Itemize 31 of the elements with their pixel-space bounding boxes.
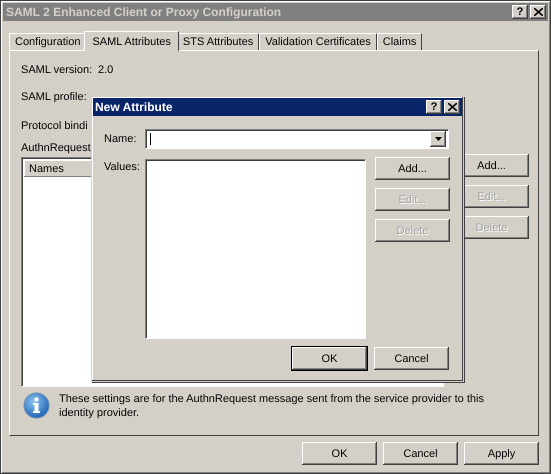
field-label: Protocol bindi: [21, 120, 89, 132]
dialog-title: New Attribute: [95, 100, 174, 114]
tab[interactable]: Configuration: [9, 33, 86, 50]
cancel-button[interactable]: Cancel: [374, 347, 449, 370]
close-button[interactable]: [444, 100, 460, 114]
info-icon: [23, 392, 50, 419]
tab[interactable]: STS Attributes: [176, 33, 260, 50]
apply-button[interactable]: Apply: [464, 442, 539, 465]
tab[interactable]: SAML Attributes: [84, 31, 179, 51]
info-text: These settings are for the AuthnRequest message sent from the service provider to this identity provider.: [59, 392, 485, 420]
help-button[interactable]: ?: [426, 100, 442, 114]
dropdown-button[interactable]: [430, 131, 446, 147]
ok-button[interactable]: OK: [302, 442, 377, 465]
name-combo-box[interactable]: [145, 129, 449, 149]
add-button[interactable]: Add...: [375, 157, 450, 180]
field-label: Values:: [104, 161, 141, 175]
window-title: SAML 2 Enhanced Client or Proxy Configuration: [6, 5, 282, 19]
field-value: 2.0: [98, 64, 114, 76]
section-label: AuthnRequest: [21, 142, 91, 154]
field-label: SAML profile:: [21, 91, 88, 103]
tab[interactable]: Validation Certificates: [259, 33, 377, 50]
caret-icon: [434, 137, 442, 141]
tab[interactable]: Claims: [376, 33, 422, 50]
field-label: Name:: [104, 133, 138, 145]
cancel-button[interactable]: Cancel: [383, 442, 458, 465]
help-button[interactable]: ?: [512, 5, 528, 19]
ok-button[interactable]: OK: [292, 347, 367, 370]
close-button[interactable]: [530, 5, 546, 19]
close-icon: [448, 103, 456, 111]
field-label: SAML version:: [21, 64, 94, 76]
close-icon: [534, 8, 542, 16]
